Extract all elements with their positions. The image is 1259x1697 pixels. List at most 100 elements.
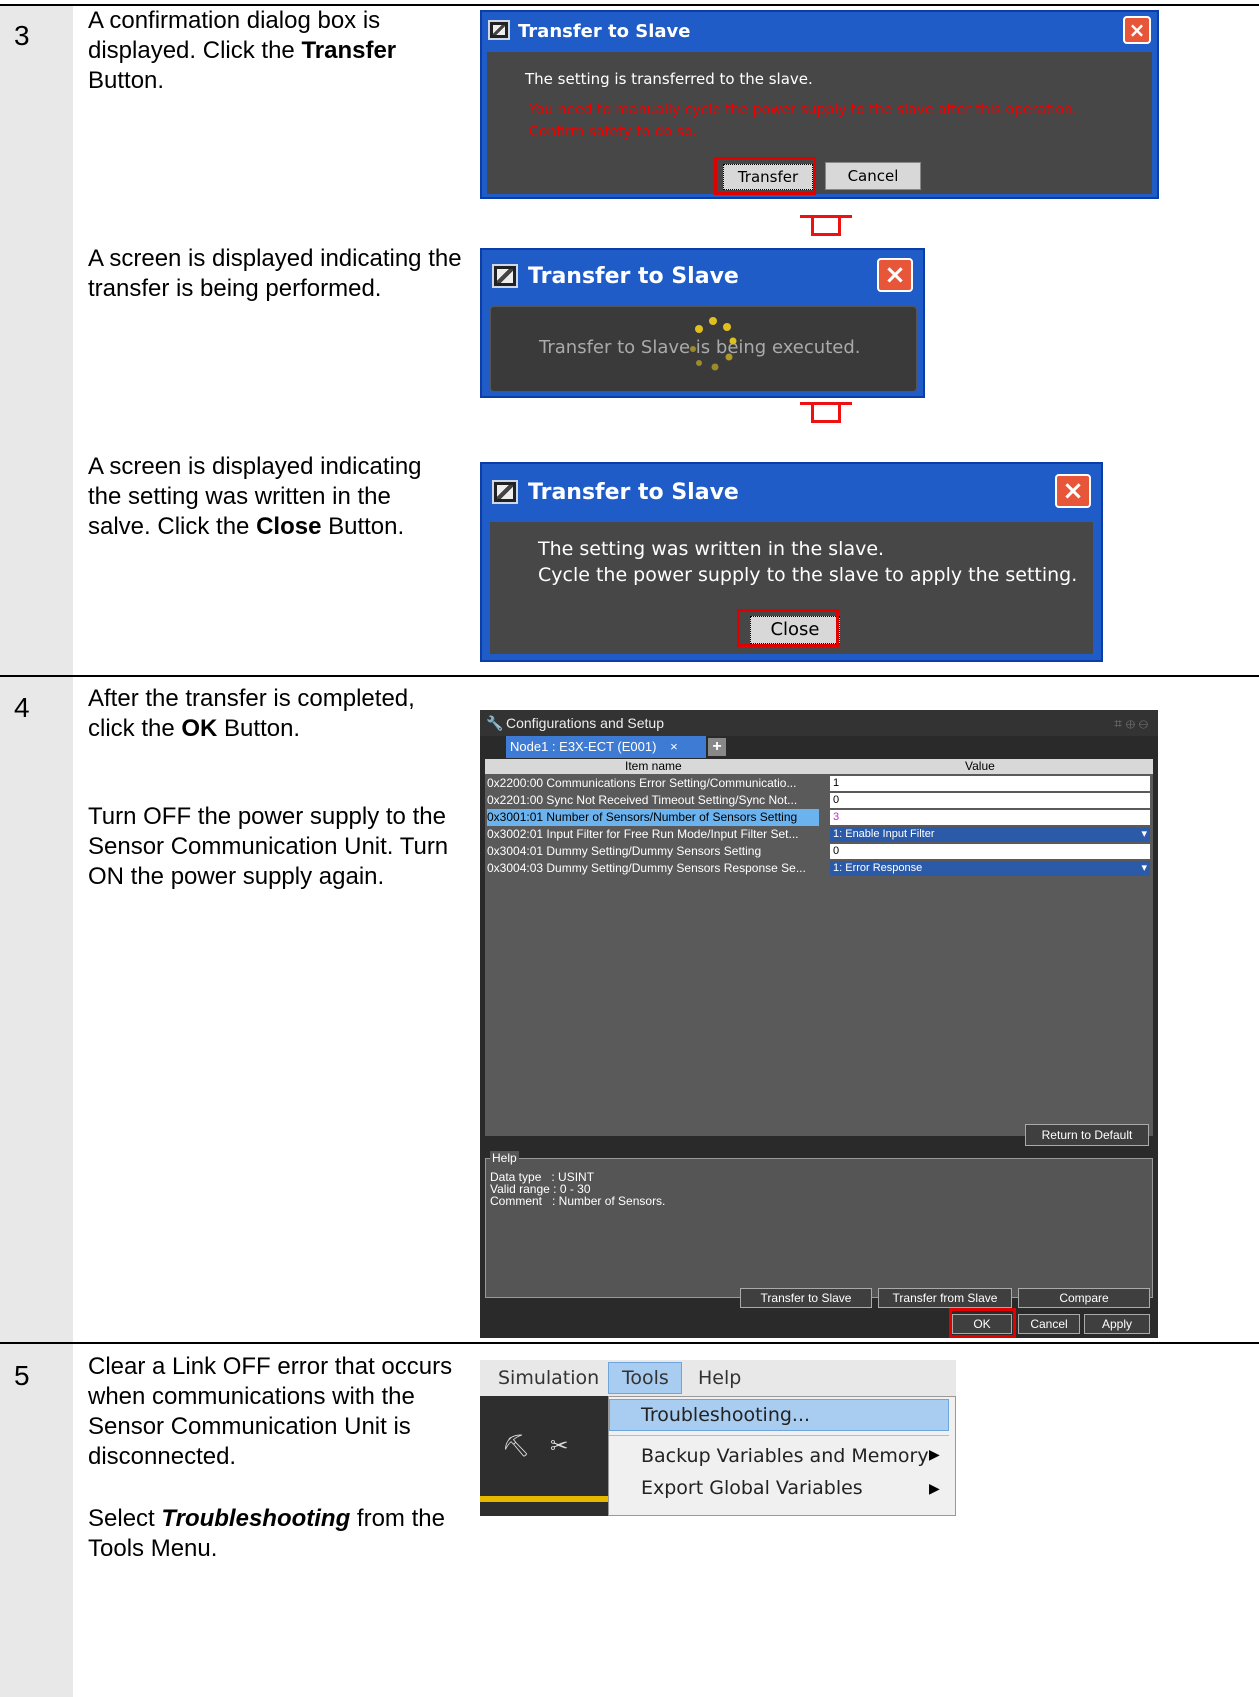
rule (0, 675, 1259, 677)
table-row[interactable]: 0x3002:01 Input Filter for Free Run Mode… (485, 826, 1153, 843)
step-text: A screen is displayed indicating the set… (88, 452, 458, 542)
row-value-input[interactable]: 0 (830, 844, 1150, 859)
spinner-icon (690, 317, 737, 371)
dialog-title-bar: Transfer to Slave × (482, 250, 923, 302)
warning-text: You need to manually cycle the power sup… (529, 102, 1078, 118)
window-title: Configurations and Setup (506, 715, 664, 731)
dialog-message: The setting is transferred to the slave. (525, 70, 813, 88)
text-bold: OK (181, 715, 218, 742)
help-comment: Comment : Number of Sensors. (490, 1194, 666, 1208)
table-row[interactable]: 0x2201:00 Sync Not Received Timeout Sett… (485, 792, 1153, 809)
close-icon[interactable]: × (877, 258, 913, 292)
step-text: Select Troubleshooting from the Tools Me… (88, 1504, 458, 1564)
menu-bar: Simulation Tools Help (480, 1360, 956, 1396)
app-icon (492, 480, 518, 504)
menu-help[interactable]: Help (698, 1367, 741, 1389)
text-span: Button. (88, 67, 165, 94)
menu-item-export[interactable]: Export Global Variables (641, 1477, 863, 1499)
submenu-arrow-icon: ▶ (929, 1447, 940, 1463)
dialog-title-bar: Transfer to Slave × (482, 12, 1157, 50)
dialog-title: Transfer to Slave (528, 264, 739, 289)
highlight-box (737, 609, 839, 647)
toolbar-area: ⛏ ✂ (480, 1396, 608, 1516)
configurations-window: 🔧 Configurations and Setup ⌗ ⊕ ⊖ Node1 :… (480, 710, 1158, 1338)
table-row[interactable]: 0x3004:01 Dummy Setting/Dummy Sensors Se… (485, 843, 1153, 860)
transfer-progress-dialog: Transfer to Slave × Transfer to Slave is… (480, 248, 925, 398)
tools-menu-screenshot: Simulation Tools Help ⛏ ✂ Troubleshootin… (480, 1360, 956, 1516)
compare-button[interactable]: Compare (1018, 1288, 1150, 1308)
apply-button[interactable]: Apply (1084, 1314, 1150, 1334)
tool-icon[interactable]: ⛏ (502, 1434, 530, 1459)
close-icon[interactable]: × (1123, 16, 1151, 44)
step-column (0, 6, 73, 675)
result-message: Cycle the power supply to the slave to a… (538, 564, 1078, 586)
help-label: Help (490, 1151, 519, 1165)
return-to-default-button[interactable]: Return to Default (1025, 1124, 1149, 1146)
highlight-box (949, 1308, 1016, 1338)
row-name: 0x2201:00 Sync Not Received Timeout Sett… (487, 793, 798, 807)
row-value-select[interactable]: 1: Error Response (830, 861, 1150, 876)
step-text: A confirmation dialog box is displayed. … (88, 6, 448, 96)
zoom-icons: ⌗ ⊕ ⊖ (1114, 715, 1148, 731)
tool-icon[interactable]: ✂ (550, 1434, 568, 1459)
close-icon[interactable]: × (1055, 474, 1091, 508)
row-name: 0x3004:03 Dummy Setting/Dummy Sensors Re… (487, 861, 806, 875)
parameter-grid: Item name Value 0x2200:00 Communications… (485, 759, 1153, 1136)
app-icon (488, 20, 510, 40)
text-span: Button. (321, 513, 405, 540)
dialog-title: Transfer to Slave (528, 480, 739, 505)
row-name: 0x3001:01 Number of Sensors/Number of Se… (487, 809, 819, 826)
step-number: 4 (14, 692, 30, 723)
row-value-input[interactable]: 0 (830, 793, 1150, 808)
transfer-to-slave-button[interactable]: Transfer to Slave (740, 1288, 872, 1308)
app-icon (492, 264, 518, 288)
cancel-button[interactable]: Cancel (825, 162, 921, 190)
row-value-input[interactable]: 3 (830, 810, 1150, 825)
row-name: 0x2200:00 Communications Error Setting/C… (487, 776, 797, 790)
step-text: Clear a Link OFF error that occurs when … (88, 1353, 453, 1470)
row-value-input[interactable]: 1 (830, 776, 1150, 791)
dialog-body: Transfer to Slave is being executed. (490, 306, 917, 392)
step-text: After the transfer is completed, click t… (88, 684, 458, 744)
toolbar-stripe (480, 1496, 608, 1502)
result-message: The setting was written in the slave. (538, 538, 885, 560)
step-number: 5 (14, 1360, 30, 1391)
text-bold-italic: Troubleshooting (161, 1505, 351, 1532)
dialog-body: The setting is transferred to the slave.… (487, 52, 1152, 194)
step-text: Turn OFF the power supply to the Sensor … (88, 803, 449, 890)
rule (0, 1342, 1259, 1344)
menu-item-troubleshooting[interactable]: Troubleshooting... (641, 1404, 810, 1426)
down-arrow-icon (800, 402, 852, 423)
text-span: Select (88, 1505, 162, 1532)
row-name: 0x3004:01 Dummy Setting/Dummy Sensors Se… (487, 844, 762, 858)
dialog-title: Transfer to Slave (518, 21, 691, 42)
column-value: Value (965, 759, 995, 773)
grid-header: Item name Value (485, 759, 1153, 774)
submenu-arrow-icon: ▶ (929, 1481, 940, 1497)
tools-dropdown: Troubleshooting... Backup Variables and … (608, 1396, 956, 1516)
add-tab-icon[interactable]: + (708, 738, 726, 756)
row-value-select[interactable]: 1: Enable Input Filter (830, 827, 1150, 842)
column-item-name: Item name (625, 759, 682, 773)
dialog-title-bar: Transfer to Slave × (482, 464, 1101, 520)
table-row[interactable]: 0x2200:00 Communications Error Setting/C… (485, 775, 1153, 792)
window-title-bar: 🔧 Configurations and Setup ⌗ ⊕ ⊖ (480, 710, 1158, 736)
tab-node1[interactable]: Node1 : E3X-ECT (E001) × (506, 736, 706, 758)
help-panel: Help Data type : USINT Valid range : 0 -… (485, 1151, 1153, 1298)
tab-close-icon[interactable]: × (670, 739, 678, 754)
highlight-box (714, 157, 816, 195)
menu-item-backup[interactable]: Backup Variables and Memory (641, 1445, 929, 1467)
transfer-confirm-dialog: Transfer to Slave × The setting is trans… (480, 10, 1159, 199)
menu-simulation[interactable]: Simulation (498, 1367, 599, 1389)
table-row[interactable]: 0x3001:01 Number of Sensors/Number of Se… (485, 809, 1153, 826)
warning-text: Confirm safety to do so. (529, 124, 697, 140)
row-name: 0x3002:01 Input Filter for Free Run Mode… (487, 827, 799, 841)
transfer-from-slave-button[interactable]: Transfer from Slave (878, 1288, 1012, 1308)
tab-label: Node1 : E3X-ECT (E001) (510, 739, 657, 754)
down-arrow-icon (800, 215, 852, 236)
step-column (0, 677, 73, 1342)
cancel-button[interactable]: Cancel (1018, 1314, 1080, 1334)
menu-tools[interactable]: Tools (622, 1367, 669, 1389)
text-bold: Transfer (301, 37, 397, 64)
table-row[interactable]: 0x3004:03 Dummy Setting/Dummy Sensors Re… (485, 860, 1153, 877)
